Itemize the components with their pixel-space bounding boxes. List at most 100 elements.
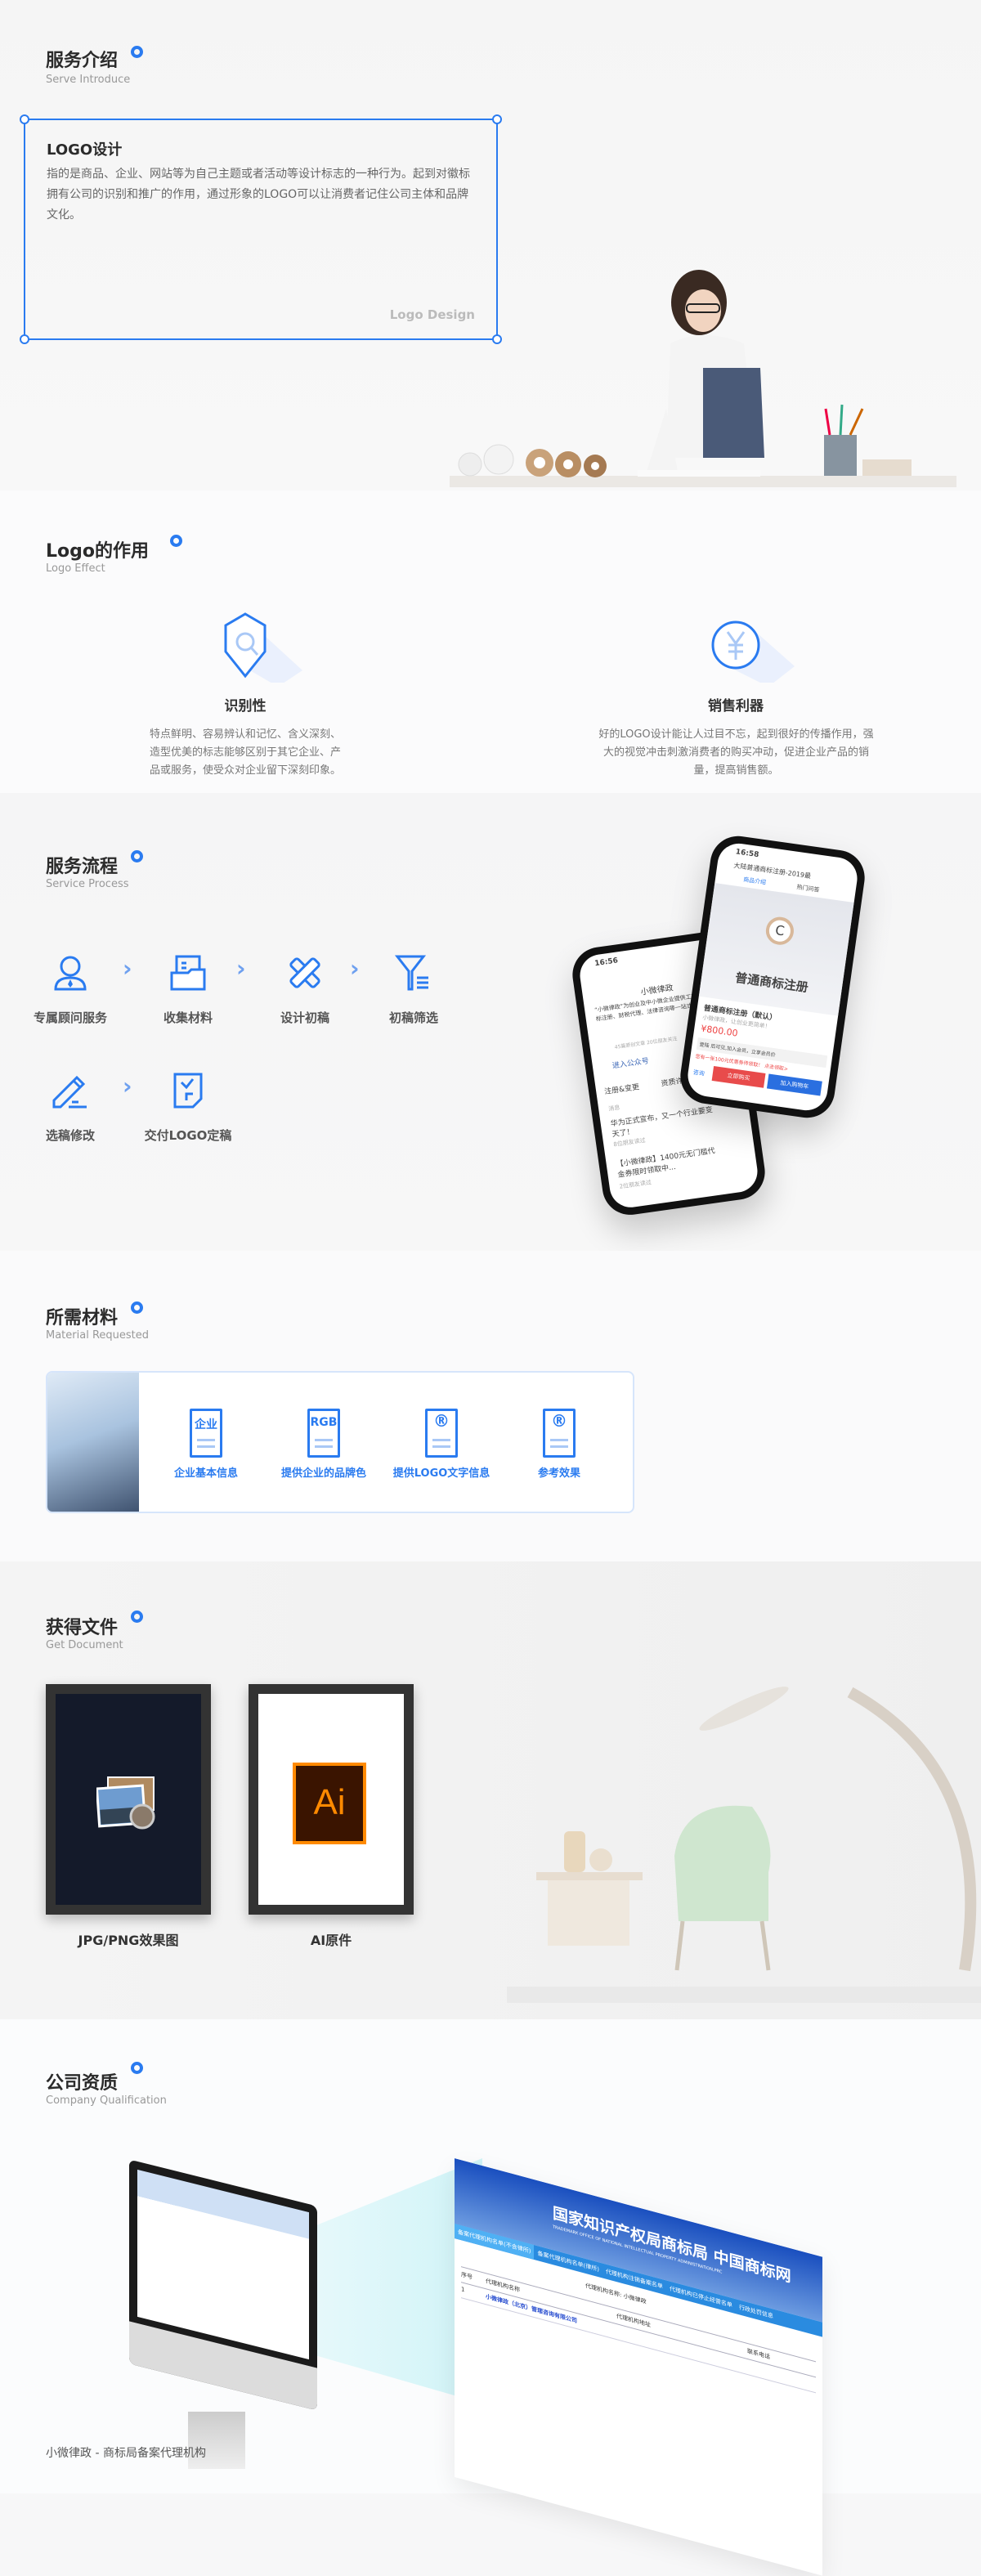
chevron-right-icon: › (236, 955, 246, 982)
material-item: ® 参考效果 (502, 1409, 616, 1480)
process-step-label: 交付LOGO定稿 (144, 1128, 232, 1143)
qualification-section: 公司资质 Company Qualification 国家知识产权局商标局 中国… (0, 2019, 981, 2576)
pencil-ruler-icon (289, 957, 320, 988)
effect-item: 销售利器 好的LOGO设计能让人过目不忘，起到很好的传播作用，强大的视觉冲击刺激… (598, 609, 874, 780)
section-subtitle: Serve Introduce (46, 74, 131, 86)
section-title: 服务流程 (46, 857, 119, 877)
monitor-mockup (129, 2159, 317, 2411)
enter-account-link[interactable]: 进入公众号 (611, 1055, 649, 1070)
section-subtitle: Material Requested (46, 1329, 150, 1342)
magnifier-icon: C (764, 915, 796, 947)
section-subtitle: Logo Effect (46, 562, 105, 575)
filter-icon (394, 955, 428, 991)
material-label: 提供企业的品牌色 (280, 1467, 366, 1480)
phone-time: 16:58 (735, 848, 759, 860)
section-subtitle: Service Process (46, 878, 129, 890)
room-scene-illustration (507, 1687, 981, 2003)
service-button[interactable]: 咨询 (692, 1068, 705, 1078)
news-meta: 2位朋友读过 (619, 1179, 652, 1190)
edit-icon (52, 1075, 87, 1109)
phone-time: 16:56 (594, 956, 619, 969)
designer-illustration (450, 270, 956, 487)
row-number: 1 (461, 2286, 465, 2294)
add-cart-button[interactable]: 加入购物车 (766, 1073, 822, 1096)
card-text: 指的是商品、企业、网站等为自己主题或者活动等设计标志的一种行为。起到对徽标拥有公… (47, 168, 470, 222)
paper-rolls-icon (458, 444, 607, 477)
handle-icon (492, 114, 502, 124)
ai-frame: Ai (249, 1684, 414, 1915)
chevron-right-icon: › (123, 955, 132, 982)
column-header: 联系电话 (747, 2347, 770, 2361)
chevron-right-icon: › (123, 1073, 132, 1100)
footer-text: 小微律政 - 商标局备案代理机构 (46, 2447, 206, 2460)
material-item: 企业 企业基本信息 (149, 1409, 263, 1480)
yuan-coin-icon (711, 620, 795, 687)
documents-section: 获得文件 Get Document Ai JPG/PNG效果图 AI原件 (0, 1561, 981, 2019)
effect-title: 销售利器 (708, 698, 764, 715)
news-item[interactable]: 华为正式宣布，又一个行业要变天了！ (610, 1103, 718, 1139)
process-step-label: 收集材料 (163, 1010, 213, 1025)
effect-text: 好的LOGO设计能让人过目不忘，起到很好的传播作用，强大的视觉冲击刺激消费者的购… (598, 728, 874, 777)
consultant-icon (54, 956, 87, 991)
banner-title: 普通商标注册 (734, 970, 809, 996)
logo-design-card: LOGO设计 指的是商品、企业、网站等为自己主题或者活动等设计标志的一种行为。起… (20, 114, 502, 344)
effect-text: 特点鲜明、容易辨认和记忆、含义深刻、造型优美的标志能够区别于其它企业、产品或服务… (149, 728, 341, 777)
woman-figure (638, 270, 764, 477)
menu-tab[interactable]: 注册&变更 (603, 1081, 640, 1096)
registered-document-icon: ® (425, 1409, 458, 1458)
process-step-label: 初稿筛选 (388, 1010, 438, 1025)
section-title: 所需材料 (46, 1308, 119, 1328)
registered-document-icon: ® (543, 1409, 576, 1458)
process-step-label: 专属顾问服务 (33, 1010, 107, 1025)
section-title: 获得文件 (46, 1618, 119, 1638)
preview-photo-icon (96, 1776, 155, 1830)
news-label: 消息 (607, 1104, 620, 1113)
section-title: Logo的作用 (46, 541, 149, 562)
process-step-label: 设计初稿 (280, 1010, 329, 1025)
document-label: JPG/PNG效果图 (78, 1933, 179, 1948)
section-title: 公司资质 (46, 2073, 119, 2094)
handle-icon (20, 114, 29, 124)
illustrator-icon: Ai (293, 1763, 366, 1844)
title-dot-icon (131, 1301, 143, 1314)
jpg-png-frame (46, 1684, 211, 1915)
shield-search-icon (224, 612, 302, 687)
tab-faq[interactable]: 热门问答 (796, 883, 820, 894)
handle-icon (20, 334, 29, 344)
section-subtitle: Get Document (46, 1639, 123, 1651)
intro-section: 服务介绍 Serve Introduce LOGO设计 指的是商品、企业、网站等… (0, 0, 981, 491)
title-dot-icon (131, 2062, 143, 2074)
effect-item: 识别性 特点鲜明、容易辨认和记忆、含义深刻、造型优美的标志能够区别于其它企业、产… (123, 609, 368, 780)
material-item: ® 提供LOGO文字信息 (384, 1409, 499, 1480)
trademark-site-screenshot: 国家知识产权局商标局 中国商标网 TRADEMARK OFFICE OF NAT… (455, 2158, 822, 2576)
product-banner: C 普通商标注册 (698, 883, 854, 1016)
material-label: 企业基本信息 (173, 1467, 238, 1480)
chevron-right-icon: › (350, 955, 360, 982)
materials-section: 所需材料 Material Requested 企业 企业基本信息 RGB 提供… (0, 1251, 981, 1561)
material-label: 参考效果 (537, 1467, 580, 1480)
title-dot-icon (131, 46, 143, 58)
process-section: 服务流程 Service Process › › › 专属顾问服务 收集材料 设… (0, 793, 981, 1251)
pencil-cup-icon (824, 404, 912, 476)
title-dot-icon (170, 535, 182, 547)
card-title: LOGO设计 (47, 141, 123, 159)
process-step-label: 选稿修改 (45, 1128, 95, 1143)
effect-section: Logo的作用 Logo Effect 识别性 特点鲜明、容易辨认和记忆、含义深… (0, 491, 981, 793)
material-item: RGB 提供企业的品牌色 (267, 1409, 381, 1480)
check-document-icon (173, 1073, 203, 1109)
news-item[interactable]: 【小微律政】1400元无门槛代金券限时领取中... (616, 1144, 723, 1180)
effect-title: 识别性 (224, 698, 267, 715)
buy-now-button[interactable]: 立即购买 (711, 1066, 766, 1088)
document-icon: 企业 (190, 1409, 222, 1458)
title-dot-icon (131, 850, 143, 862)
folder-document-icon (170, 955, 206, 991)
account-stats: 45篇原创文章 20位朋友关注 (614, 1036, 678, 1051)
section-title: 服务介绍 (46, 51, 119, 71)
section-subtitle: Company Qualification (46, 2094, 167, 2107)
tab-product[interactable]: 商品介绍 (743, 876, 767, 887)
phone-mockup-front: 16:58 大陆普通商标注册-2019最 商品介绍 热门问答 C 普通商标注册 … (676, 832, 869, 1122)
material-label: 提供LOGO文字信息 (392, 1467, 490, 1480)
building-photo (47, 1373, 139, 1512)
materials-card: 企业 企业基本信息 RGB 提供企业的品牌色 ® 提供LOGO文字信息 ® 参考… (46, 1371, 634, 1513)
title-dot-icon (131, 1611, 143, 1623)
